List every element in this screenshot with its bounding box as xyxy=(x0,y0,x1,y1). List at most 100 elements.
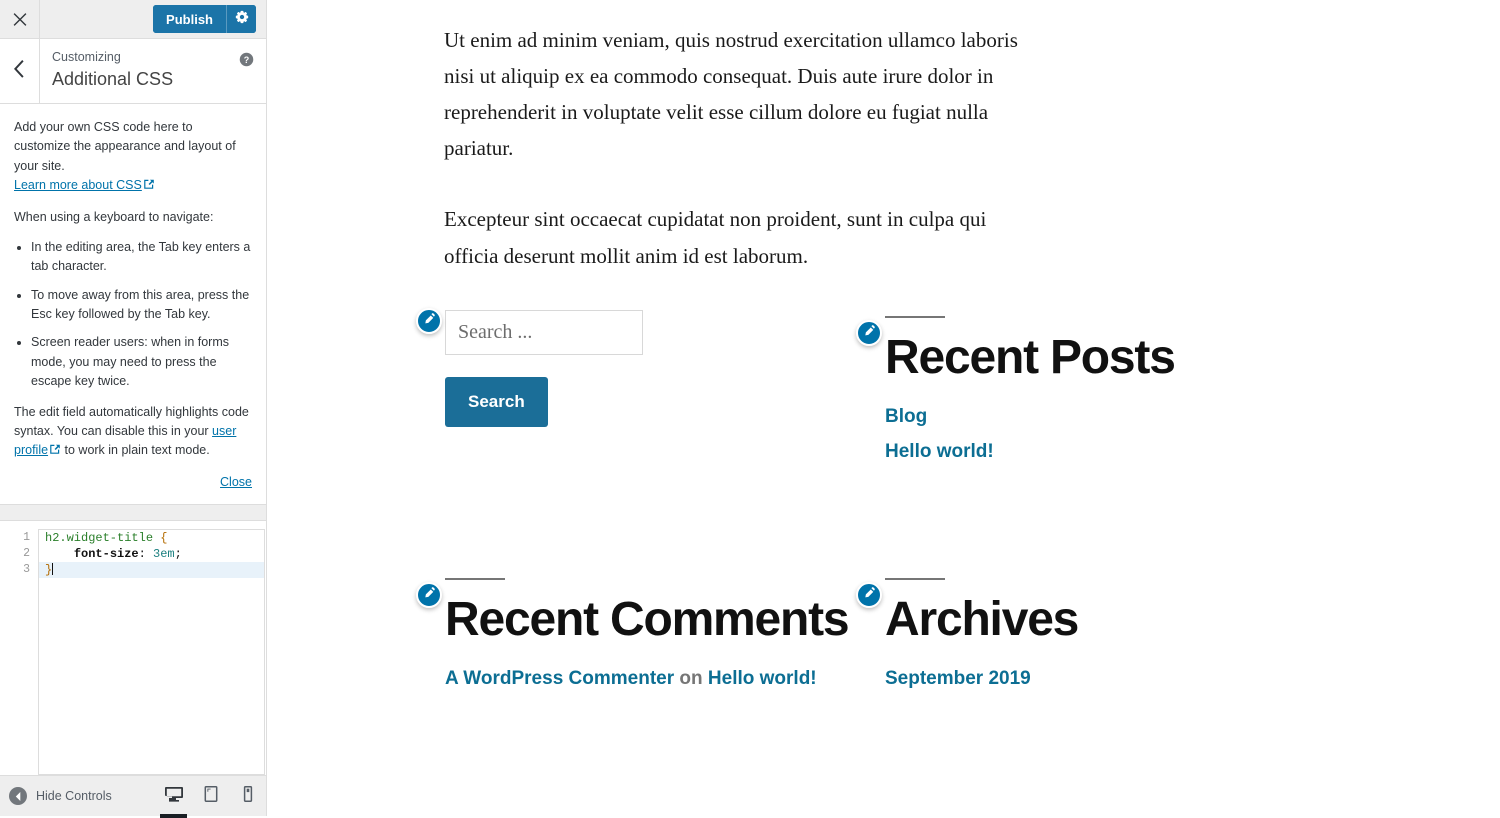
widget-column-left: Search xyxy=(416,300,856,474)
search-submit-button[interactable]: Search xyxy=(445,377,548,427)
panel-header: Customizing Additional CSS ? xyxy=(0,39,266,104)
recent-post-link[interactable]: Hello world! xyxy=(885,441,994,462)
back-to-panels-button[interactable] xyxy=(0,39,40,103)
close-icon xyxy=(13,12,27,26)
device-button-desktop[interactable] xyxy=(155,776,192,818)
widget-area: Search ... Search Recent Posts Blog Hell… xyxy=(416,300,1416,700)
widget-row: Search ... Search Recent Posts Blog Hell… xyxy=(416,300,1416,474)
hide-controls-label: Hide Controls xyxy=(36,789,112,803)
css-help-intro: Add your own CSS code here to customize … xyxy=(14,118,252,197)
list-item: A WordPress Commenter on Hello world! xyxy=(445,665,856,694)
help-separator xyxy=(0,504,266,521)
line-number: 1 xyxy=(23,531,30,544)
css-colon: : xyxy=(138,547,146,561)
chevron-left-icon xyxy=(13,59,26,83)
customizer-footer: Hide Controls xyxy=(0,775,266,818)
site-preview-frame: Ut enim ad minim veniam, quis nostrud ex… xyxy=(268,0,1500,816)
widget-recent-posts: Recent Posts Blog Hello world! xyxy=(856,316,1296,467)
publish-settings-button[interactable] xyxy=(226,5,256,33)
external-link-icon xyxy=(143,177,155,196)
panel-eyebrow: Customizing xyxy=(52,50,121,64)
publish-actions: Publish xyxy=(153,0,266,38)
editor-lines: h2.widget-title { font-size: 3em; } xyxy=(39,530,264,578)
archives-list: September 2019 xyxy=(885,665,1296,694)
widget-column-right: Recent Posts Blog Hello world! xyxy=(856,300,1296,474)
css-code-editor[interactable]: 1 2 3 h2.widget-title { font-size: 3em; … xyxy=(1,529,265,775)
list-item: September 2019 xyxy=(885,665,1296,694)
widget-recent-comments: Recent Comments A WordPress Commenter on… xyxy=(416,577,856,694)
search-submit-row: Search xyxy=(445,355,856,427)
syntax-note-part2: to work in plain text mode. xyxy=(61,443,210,458)
help-toggle-button[interactable]: ? xyxy=(239,52,254,67)
pencil-edit-icon xyxy=(863,324,876,342)
editor-gutter: 1 2 3 xyxy=(1,530,39,774)
preview-inner: Ut enim ad minim veniam, quis nostrud ex… xyxy=(268,0,1500,816)
publish-button-group: Publish xyxy=(153,5,256,33)
recent-comments-list: A WordPress Commenter on Hello world! xyxy=(445,665,856,694)
widget-column-left: Recent Comments A WordPress Commenter on… xyxy=(416,562,856,700)
help-icon: ? xyxy=(239,52,254,71)
syntax-note: The edit field automatically highlights … xyxy=(14,403,252,462)
publish-button[interactable]: Publish xyxy=(153,5,226,33)
widget-rule xyxy=(885,577,945,580)
learn-more-css-link[interactable]: Learn more about CSS xyxy=(14,178,142,192)
list-item: Blog xyxy=(885,403,1296,432)
css-help-intro-text: Add your own CSS code here to customize … xyxy=(14,120,236,173)
list-item: Hello world! xyxy=(885,438,1296,467)
customizer-screen: Publish Customizing Additional CSS ? Add… xyxy=(0,0,1500,818)
pencil-edit-icon xyxy=(863,586,876,604)
widget-title-recent-posts: Recent Posts xyxy=(885,331,1176,384)
device-button-mobile[interactable] xyxy=(229,776,266,817)
widget-archives: Archives September 2019 xyxy=(856,577,1296,694)
desktop-icon xyxy=(164,784,184,809)
svg-text:?: ? xyxy=(244,55,250,65)
line-number: 3 xyxy=(23,563,30,576)
edit-widget-shortcut-search[interactable] xyxy=(416,308,442,334)
close-help-row: Close xyxy=(14,473,252,492)
entry-paragraph: Ut enim ad minim veniam, quis nostrud ex… xyxy=(444,28,1018,161)
css-property: font-size xyxy=(73,547,139,561)
device-preview-buttons xyxy=(155,776,266,818)
list-item: To move away from this area, press the E… xyxy=(31,286,252,325)
list-item: Screen reader users: when in forms mode,… xyxy=(31,333,252,391)
edit-widget-shortcut-recent-posts[interactable] xyxy=(856,320,882,346)
code-line: font-size: 3em; xyxy=(39,546,264,562)
comment-post-link[interactable]: Hello world! xyxy=(708,668,817,689)
tablet-icon xyxy=(201,784,221,809)
edit-widget-shortcut-recent-comments[interactable] xyxy=(416,581,442,608)
edit-widget-shortcut-archives[interactable] xyxy=(856,581,882,608)
widget-search: Search xyxy=(416,300,856,427)
css-editor-wrap: 1 2 3 h2.widget-title { font-size: 3em; … xyxy=(0,521,266,775)
mobile-icon xyxy=(238,784,258,809)
list-item: In the editing area, the Tab key enters … xyxy=(31,238,252,277)
close-customizer-button[interactable] xyxy=(0,0,40,38)
entry-content: Ut enim ad minim veniam, quis nostrud ex… xyxy=(444,22,1044,309)
widget-rule xyxy=(445,577,505,580)
customizer-topbar: Publish xyxy=(0,0,266,39)
collapse-arrow-icon xyxy=(9,787,27,805)
text-caret xyxy=(52,563,54,575)
widget-row: Recent Comments A WordPress Commenter on… xyxy=(416,562,1416,700)
hide-controls-button[interactable]: Hide Controls xyxy=(0,787,155,805)
keyboard-heading: When using a keyboard to navigate: xyxy=(14,209,214,224)
archive-link[interactable]: September 2019 xyxy=(885,668,1031,689)
gear-icon xyxy=(235,10,249,29)
comment-author-link[interactable]: A WordPress Commenter xyxy=(445,668,674,689)
customizer-sidebar: Publish Customizing Additional CSS ? Add… xyxy=(0,0,267,818)
recent-posts-list: Blog Hello world! xyxy=(885,403,1296,467)
code-line: } xyxy=(39,562,264,578)
css-value: 3em xyxy=(153,547,175,561)
line-number: 2 xyxy=(23,547,30,560)
code-line: h2.widget-title { xyxy=(39,530,264,546)
widget-title-archives: Archives xyxy=(885,592,1079,646)
pencil-edit-icon xyxy=(423,586,436,604)
device-button-tablet[interactable] xyxy=(192,776,229,817)
search-input[interactable] xyxy=(445,310,643,355)
external-link-icon xyxy=(49,442,61,461)
keyboard-bullets: In the editing area, the Tab key enters … xyxy=(14,238,252,392)
widget-rule xyxy=(885,316,945,318)
recent-post-link[interactable]: Blog xyxy=(885,406,927,427)
pencil-edit-icon xyxy=(423,312,436,330)
close-help-link[interactable]: Close xyxy=(220,475,252,489)
